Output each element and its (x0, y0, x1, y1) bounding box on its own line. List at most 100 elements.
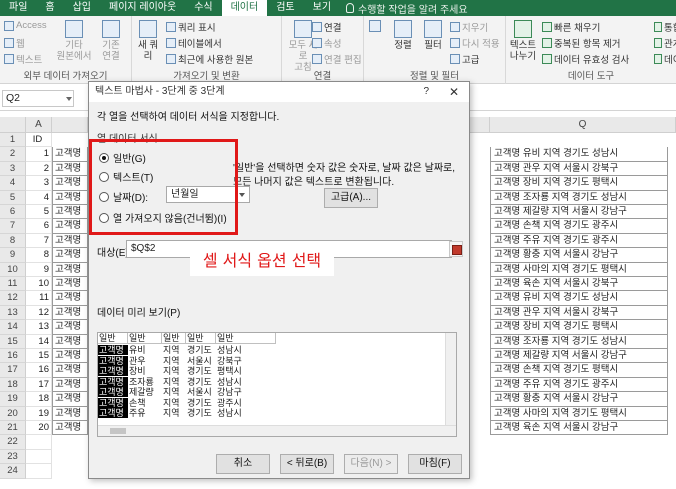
preview-vertical-scrollbar[interactable] (445, 333, 456, 426)
row-header[interactable]: 8 (0, 233, 26, 249)
row-header[interactable]: 14 (0, 320, 26, 335)
cell-b[interactable]: 고객명 (52, 262, 88, 277)
reapply-button[interactable]: 다시 적용 (450, 36, 500, 50)
row-header[interactable]: 18 (0, 377, 26, 393)
cell-b[interactable]: 고객명 (52, 349, 88, 364)
column-header-b[interactable] (52, 117, 88, 133)
text-to-columns-button[interactable]: 텍스트 나누기 (508, 20, 538, 62)
row-header[interactable]: 4 (0, 176, 26, 191)
cell-a[interactable]: 18 (26, 392, 52, 407)
cell-a[interactable]: 10 (26, 277, 52, 292)
cell-q[interactable]: 고객명 장비 지역 경기도 평택시 (490, 176, 668, 191)
row-header[interactable]: 11 (0, 277, 26, 292)
cell-a[interactable] (26, 464, 52, 479)
cell-b[interactable]: 고객명 (52, 305, 88, 321)
cell-b[interactable]: 고객명 (52, 406, 88, 421)
row-header[interactable]: 1 (0, 133, 26, 148)
row-header[interactable]: 2 (0, 147, 26, 162)
row-header[interactable]: 6 (0, 205, 26, 220)
from-other-sources-button[interactable]: 기타 원본에서 (56, 20, 92, 62)
cell-q[interactable]: 고객명 황충 지역 서울시 강남구 (490, 392, 668, 407)
tab-formulas[interactable]: 수식 (185, 0, 221, 16)
chevron-down-icon[interactable] (66, 97, 72, 101)
new-query-button[interactable]: 새 쿼리 (134, 20, 162, 62)
filter-button[interactable]: 필터 (420, 20, 446, 51)
tab-view[interactable]: 보기 (304, 0, 340, 16)
from-access-button[interactable]: Access (4, 20, 47, 31)
scroll-thumb[interactable] (110, 428, 126, 434)
cell-a[interactable]: 8 (26, 248, 52, 263)
preview-col-type[interactable]: 일반 (186, 333, 216, 344)
sort-az-button[interactable] (366, 20, 384, 34)
cell-b[interactable]: 고객명 (52, 248, 88, 263)
tab-page-layout[interactable]: 페이지 레이아웃 (100, 0, 185, 16)
cell-a[interactable] (26, 449, 52, 465)
column-header-p[interactable] (470, 117, 490, 133)
cell-b[interactable]: 고객명 (52, 147, 88, 162)
data-preview[interactable]: 일반 일반 일반 일반 일반 고객명 유비 지역 경기도 성남시 고객명 관우 지역 서울시 강북… (97, 332, 457, 437)
help-button[interactable]: ? (423, 82, 429, 102)
existing-connections-button[interactable]: 기존 연결 (96, 20, 126, 62)
row-header[interactable]: 16 (0, 349, 26, 364)
cell-a[interactable]: 13 (26, 320, 52, 335)
data-validation-button[interactable]: 데이터 유효성 검사 (542, 52, 629, 66)
cell-a[interactable]: 3 (26, 176, 52, 191)
row-header[interactable]: 3 (0, 161, 26, 177)
cell-b[interactable]: 고객명 (52, 190, 88, 205)
row-header[interactable]: 23 (0, 449, 26, 465)
tab-home[interactable]: 홈 (36, 0, 63, 16)
cell-q[interactable]: 고객명 사마의 지역 경기도 평택시 (490, 406, 668, 421)
cell-q[interactable]: 고객명 육손 지역 서울시 강남구 (490, 421, 668, 436)
row-header[interactable]: 7 (0, 219, 26, 234)
cell-a[interactable]: 9 (26, 262, 52, 277)
properties-button[interactable]: 속성 (312, 36, 341, 50)
relationships-button[interactable]: 관계 (654, 36, 676, 50)
cell-q[interactable]: 고객명 사마의 지역 경기도 평택시 (490, 262, 668, 277)
cell-q[interactable]: 고객명 장비 지역 경기도 평택시 (490, 320, 668, 335)
sort-button[interactable]: 정렬 (390, 20, 416, 51)
row-header[interactable]: 22 (0, 435, 26, 450)
range-select-icon[interactable] (449, 241, 463, 257)
cell-q[interactable]: 고객명 제갈량 지역 서울시 강남구 (490, 205, 668, 220)
cancel-button[interactable]: 취소 (216, 454, 270, 474)
cell-q[interactable]: 고객명 유비 지역 경기도 성남시 (490, 147, 668, 162)
tell-me-box[interactable]: 수행할 작업을 알려 주세요 (346, 1, 468, 16)
row-header[interactable]: 15 (0, 334, 26, 349)
cell-q[interactable]: 고객명 조자룡 지역 경기도 성남시 (490, 334, 668, 349)
cell-q[interactable]: 고객명 유비 지역 경기도 성남시 (490, 291, 668, 306)
cell-a[interactable]: 4 (26, 190, 52, 205)
cell-a[interactable]: ID (26, 133, 52, 148)
advanced-button[interactable]: 고급(A)... (324, 188, 378, 208)
cell-b[interactable]: 고객명 (52, 377, 88, 393)
clear-filter-button[interactable]: 지우기 (450, 20, 488, 34)
cell-b[interactable]: 고객명 (52, 205, 88, 220)
cell-a[interactable]: 11 (26, 291, 52, 306)
cell-b[interactable]: 고객명 (52, 233, 88, 249)
cell-a[interactable]: 2 (26, 161, 52, 177)
tab-insert[interactable]: 삽입 (64, 0, 100, 16)
cell-q[interactable]: 고객명 조자룡 지역 경기도 성남시 (490, 190, 668, 205)
row-header[interactable]: 24 (0, 464, 26, 479)
next-button[interactable]: 다음(N) > (344, 454, 398, 474)
preview-col-type[interactable]: 일반 (216, 333, 276, 344)
tab-review[interactable]: 검토 (267, 0, 303, 16)
cell-b[interactable]: 고객명 (52, 219, 88, 234)
cell-b[interactable]: 고객명 (52, 363, 88, 378)
cell-b[interactable]: 고객명 (52, 392, 88, 407)
show-queries-button[interactable]: 쿼리 표시 (166, 20, 216, 34)
cell-a[interactable]: 16 (26, 363, 52, 378)
cell-a[interactable]: 15 (26, 349, 52, 364)
cell-a[interactable]: 14 (26, 334, 52, 349)
back-button[interactable]: < 뒤로(B) (280, 454, 334, 474)
cell-a[interactable] (26, 435, 52, 450)
from-web-button[interactable]: 웹 (4, 36, 25, 50)
cell-q[interactable]: 고객명 육손 지역 서울시 강북구 (490, 277, 668, 292)
row-header[interactable]: 12 (0, 291, 26, 306)
cell-b[interactable]: 고객명 (52, 176, 88, 191)
finish-button[interactable]: 마침(F) (408, 454, 462, 474)
row-header[interactable]: 10 (0, 262, 26, 277)
cell-a[interactable]: 1 (26, 147, 52, 162)
preview-col-type[interactable]: 일반 (98, 333, 128, 344)
cell-q[interactable]: 고객명 주유 지역 경기도 광주시 (490, 377, 668, 393)
row-header[interactable]: 5 (0, 190, 26, 205)
